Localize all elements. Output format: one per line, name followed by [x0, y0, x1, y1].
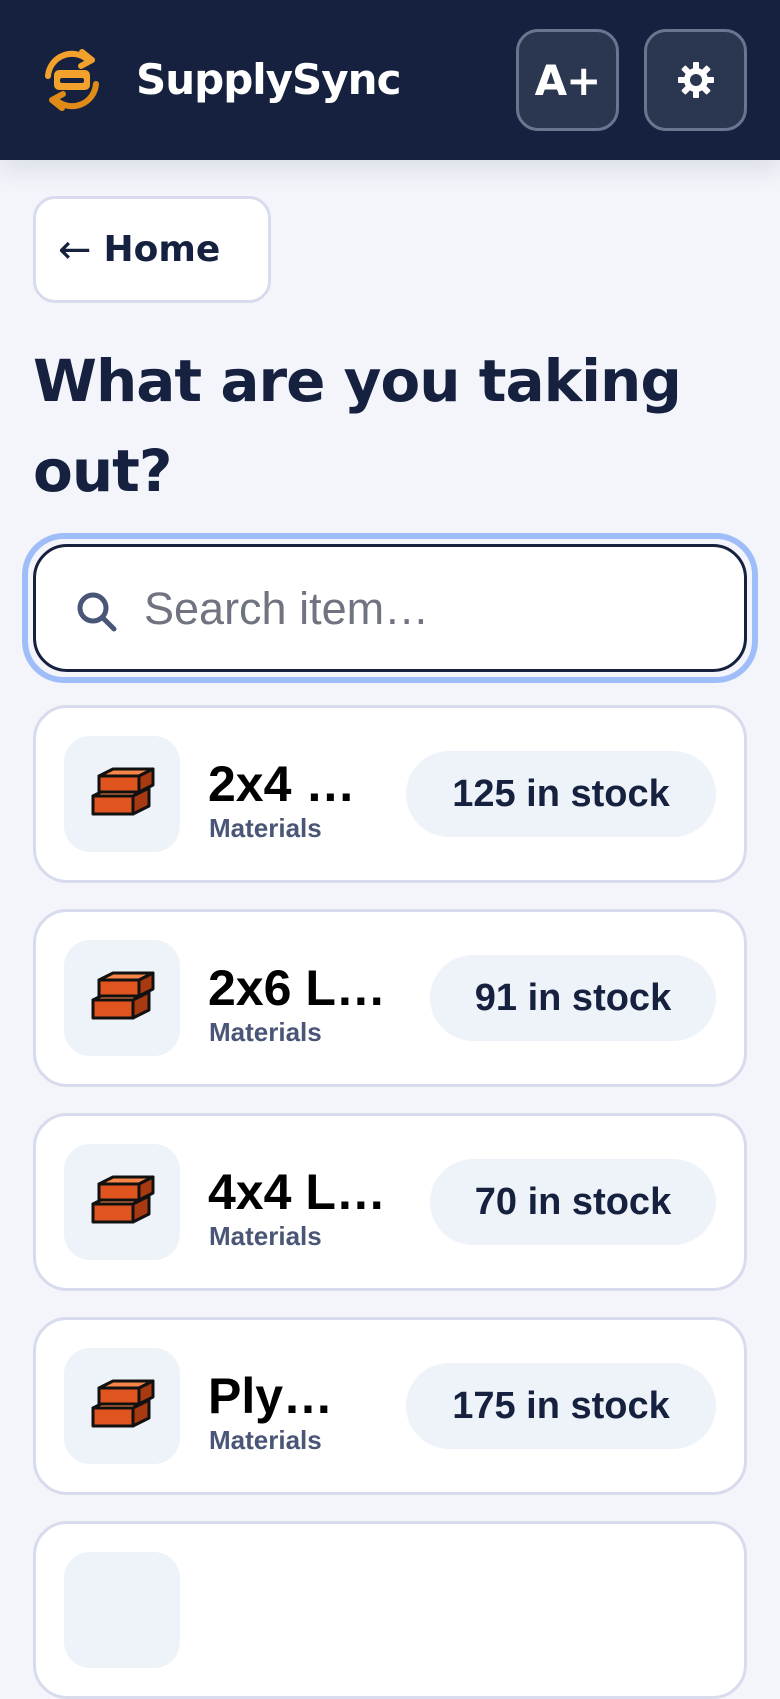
item-card[interactable]: 4x4 L… Materials 70 in stock — [33, 1113, 747, 1291]
lumber-icon — [91, 767, 155, 816]
stock-badge: 70 in stock — [430, 1159, 716, 1245]
search-icon — [77, 592, 117, 632]
settings-button[interactable] — [644, 29, 747, 131]
search-box[interactable] — [33, 544, 747, 672]
home-label: Home — [103, 229, 221, 270]
item-card[interactable] — [33, 1521, 747, 1699]
top-bar: SupplySync A+ — [0, 0, 780, 160]
item-category: Materials — [209, 1221, 322, 1251]
item-thumbnail — [64, 736, 180, 852]
home-back-button[interactable]: ← Home — [33, 196, 271, 303]
item-category: Materials — [209, 1017, 322, 1047]
lumber-icon — [91, 1175, 155, 1224]
app-title: SupplySync — [136, 55, 401, 104]
item-thumbnail — [64, 1552, 180, 1668]
item-card[interactable]: 2x4 … Materials 125 in stock — [33, 705, 747, 883]
lumber-icon — [91, 971, 155, 1020]
item-card[interactable]: 2x6 L… Materials 91 in stock — [33, 909, 747, 1087]
item-thumbnail — [64, 1348, 180, 1464]
item-name: 2x6 L… — [208, 960, 386, 1016]
stock-badge: 91 in stock — [430, 955, 716, 1041]
arrow-left-icon: ← — [58, 226, 92, 273]
lumber-icon — [91, 1379, 155, 1428]
item-card[interactable]: Ply… Materials 175 in stock — [33, 1317, 747, 1495]
item-thumbnail — [64, 1144, 180, 1260]
item-category: Materials — [209, 1425, 322, 1455]
page-title: What are you taking out? — [33, 347, 682, 505]
item-name: 2x4 … — [208, 756, 356, 812]
item-thumbnail — [64, 940, 180, 1056]
text-size-button[interactable]: A+ — [516, 29, 619, 131]
sync-logo-icon — [45, 49, 99, 111]
stock-badge: 125 in stock — [406, 751, 716, 837]
item-name: Ply… — [208, 1368, 334, 1424]
gear-icon — [677, 62, 714, 98]
item-category: Materials — [209, 813, 322, 843]
stock-badge: 175 in stock — [406, 1363, 716, 1449]
item-name: 4x4 L… — [208, 1164, 386, 1220]
search-input[interactable] — [144, 577, 724, 641]
